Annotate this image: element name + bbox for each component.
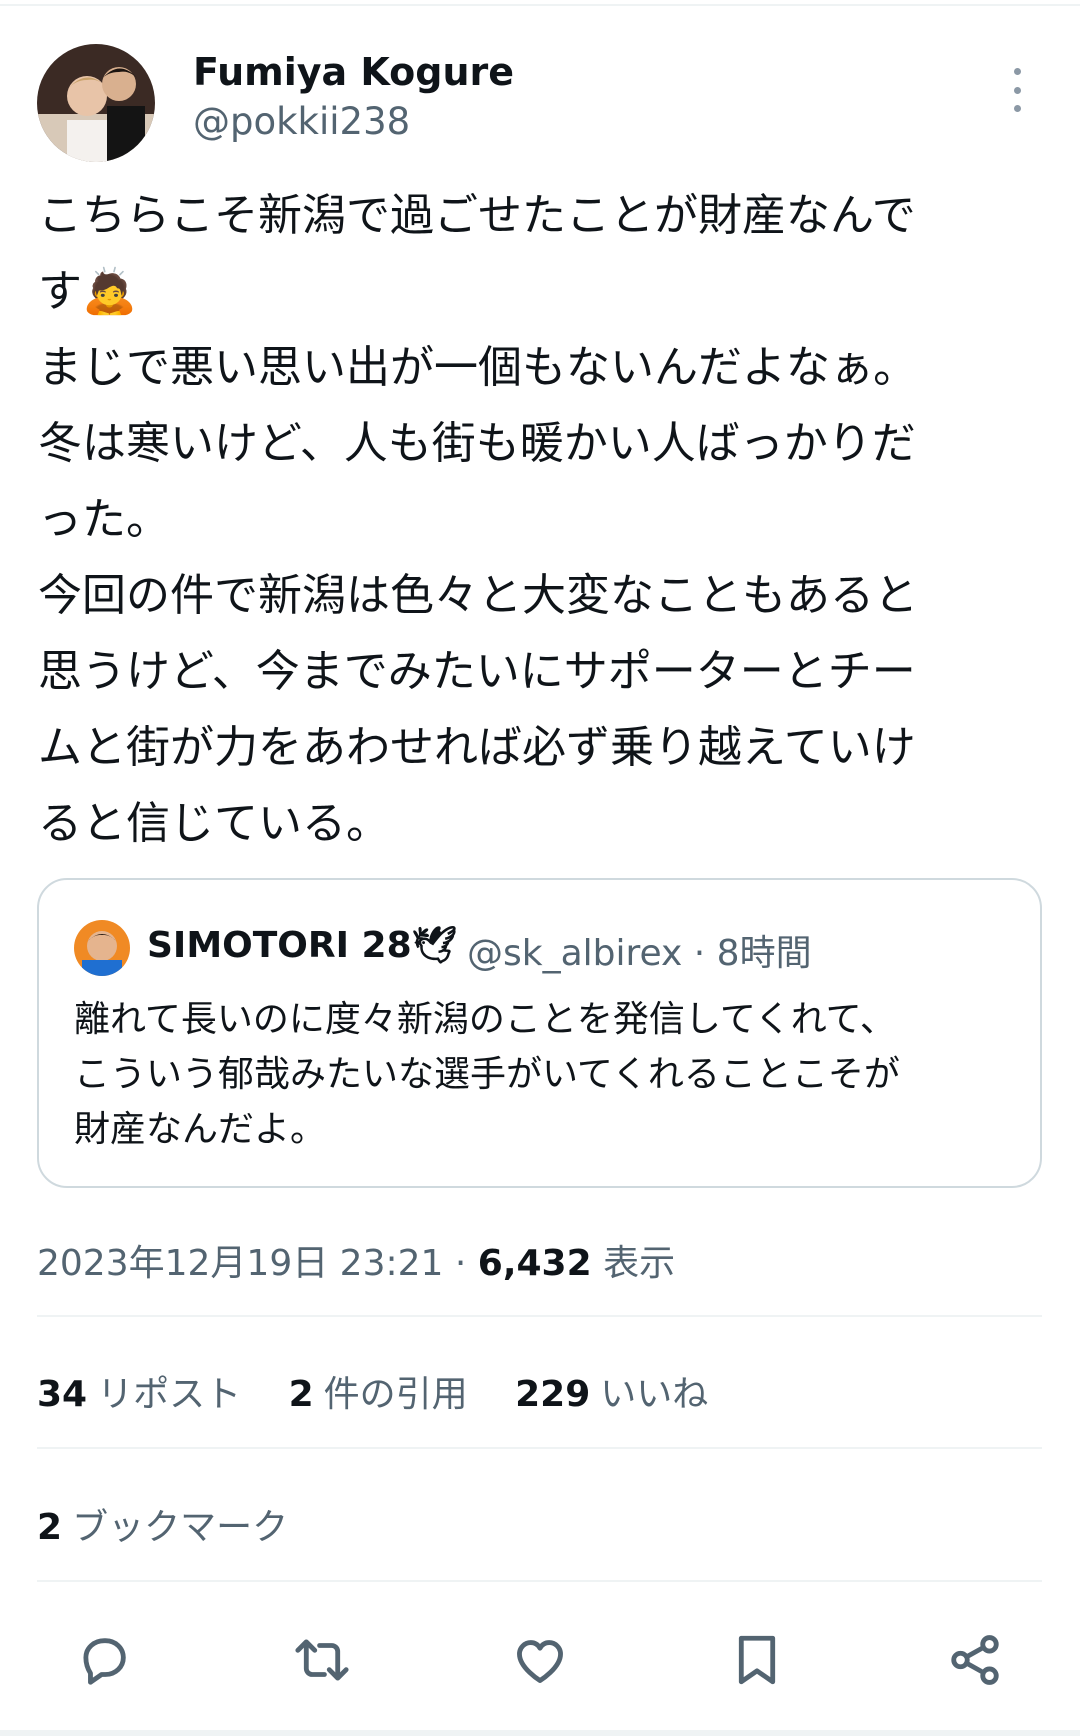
quoted-text-line: 離れて長いのに度々新潟のことを発信してくれて、: [74, 999, 896, 1040]
share-button[interactable]: [943, 1628, 1007, 1692]
quoted-author-name: SIMOTORI 28🕊: [147, 925, 458, 966]
author-handle[interactable]: @pokkii238: [193, 100, 410, 143]
views-label: 表示: [591, 1243, 676, 1284]
bookmarks-stat[interactable]: 2 ブックマーク: [37, 1498, 288, 1550]
quoted-text-line: こういう郁哉みたいな選手がいてくれることこそが: [74, 1054, 900, 1095]
quotes-label: 件の引用: [323, 1374, 468, 1415]
repost-icon: [295, 1639, 349, 1681]
tweet-text-line: 今回の件で新潟は色々と大変なこともあると: [38, 570, 918, 621]
more-dot-icon: [1013, 68, 1021, 75]
quoted-tweet-text: 離れて長いのに度々新潟のことを発信してくれて、 こういう郁哉みたいな選手がいてく…: [74, 992, 1014, 1157]
tweet-text-line: った。: [38, 494, 170, 545]
reposts-label: リポスト: [97, 1374, 242, 1415]
bottom-divider: [0, 1730, 1080, 1736]
more-options-button[interactable]: [1003, 68, 1031, 112]
divider: [37, 1315, 1042, 1317]
tweet-timestamp[interactable]: 2023年12月19日 23:21 · 6,432 表示: [37, 1234, 675, 1286]
quoted-tweet[interactable]: SIMOTORI 28🕊 @sk_albirex · 8時間 離れて長いのに度々…: [37, 878, 1042, 1188]
likes-count: 229: [515, 1374, 591, 1415]
reposts-count: 34: [37, 1374, 88, 1415]
quoted-text-line: 財産なんだよ。: [74, 1109, 327, 1150]
likes-stat[interactable]: 229 いいね: [515, 1374, 708, 1415]
quoted-author-meta: @sk_albirex · 8時間: [467, 933, 812, 974]
quotes-stat[interactable]: 2 件の引用: [289, 1374, 468, 1415]
action-bar: [37, 1620, 1042, 1700]
author-name[interactable]: Fumiya Kogure: [193, 50, 514, 94]
divider: [37, 1580, 1042, 1582]
bookmark-icon: [739, 1635, 776, 1685]
like-icon: [516, 1640, 563, 1683]
author-avatar[interactable]: [37, 44, 155, 162]
tweet-text-line: 思うけど、今までみたいにサポーターとチー: [38, 646, 916, 697]
quoted-author-avatar: [74, 920, 130, 976]
divider: [37, 1447, 1042, 1449]
bookmarks-label: ブックマーク: [72, 1507, 289, 1548]
views-count: 6,432: [477, 1243, 592, 1284]
more-dot-icon: [1013, 105, 1021, 112]
like-button[interactable]: [508, 1628, 572, 1692]
tweet-datetime: 2023年12月19日 23:21 ·: [37, 1243, 478, 1284]
reply-button[interactable]: [72, 1628, 136, 1692]
tweet-detail-page: Fumiya Kogure @pokkii238 こちらこそ新潟で過ごせたことが…: [0, 0, 1080, 1736]
tweet-text-line: ると信じている。: [38, 798, 390, 849]
tweet-text-line: ムと街が力をあわせれば必ず乗り越えていけ: [38, 722, 916, 773]
more-dot-icon: [1013, 86, 1021, 94]
tweet-text: こちらこそ新潟で過ごせたことが財産なんで す🙇 まじで悪い思い出が一個もないんだ…: [38, 178, 1048, 862]
reply-icon: [83, 1638, 126, 1685]
tweet-text-line: こちらこそ新潟で過ごせたことが財産なんで: [38, 190, 916, 241]
bookmark-button[interactable]: [725, 1628, 789, 1692]
engagement-stats: 34 リポスト 2 件の引用 229 いいね: [37, 1365, 744, 1417]
quotes-count: 2: [288, 1374, 314, 1415]
reposts-stat[interactable]: 34 リポスト: [37, 1374, 241, 1415]
likes-label: いいね: [600, 1374, 709, 1415]
tweet-text-line: す🙇: [38, 266, 137, 317]
share-icon: [951, 1635, 999, 1685]
tweet-text-line: まじで悪い思い出が一個もないんだよなぁ。: [38, 342, 918, 393]
top-divider: [0, 4, 1080, 6]
bookmarks-count: 2: [37, 1507, 63, 1548]
tweet-text-line: 冬は寒いけど、人も街も暖かい人ばっかりだ: [38, 418, 916, 469]
repost-button[interactable]: [290, 1628, 354, 1692]
